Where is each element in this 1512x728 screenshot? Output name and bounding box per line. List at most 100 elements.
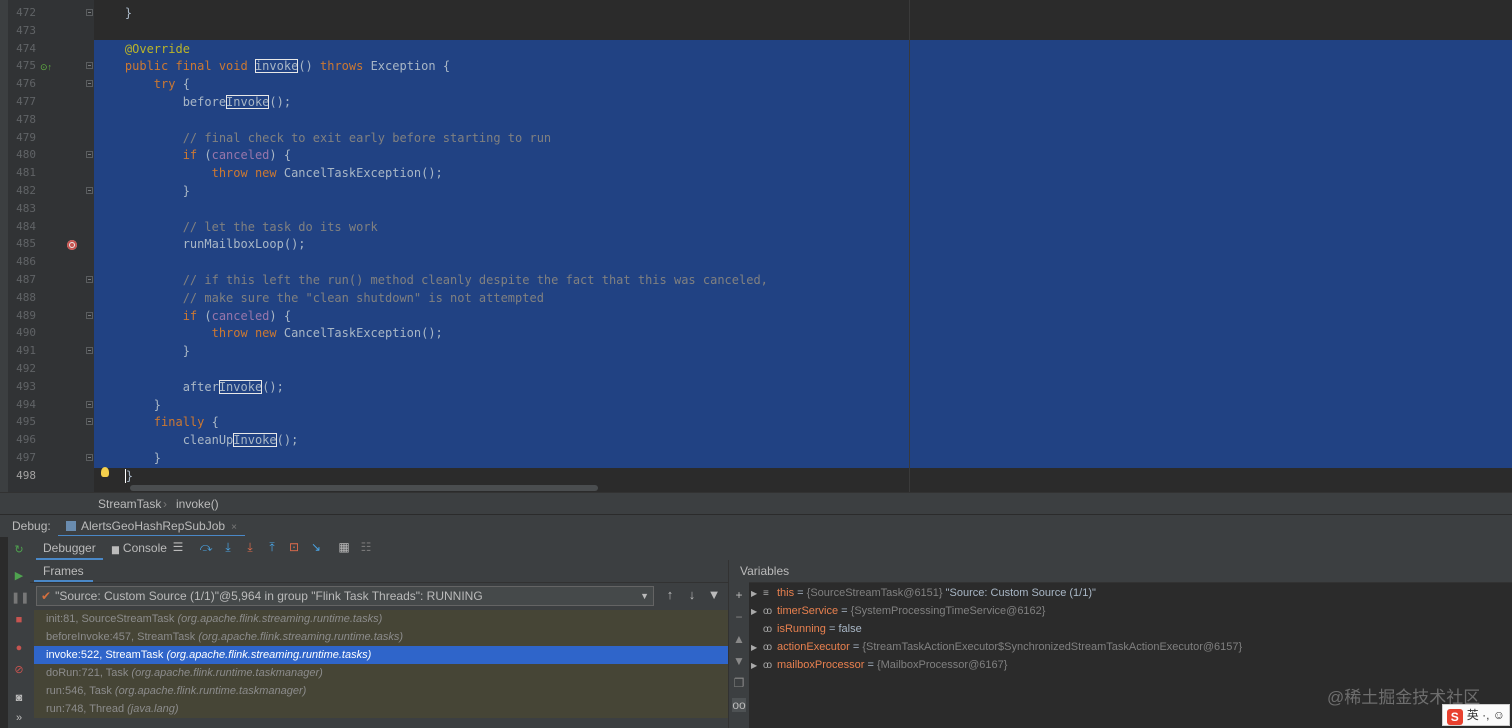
code-line[interactable]: 493 afterInvoke();: [0, 378, 1512, 396]
variable-row[interactable]: ▶ oo actionExecutor = {StreamTaskActionExe…: [751, 638, 1242, 656]
force-step-into-icon[interactable]: ⤓: [242, 539, 258, 555]
fold-marker-icon[interactable]: [86, 187, 93, 194]
code-line[interactable]: 495 finally {: [0, 413, 1512, 431]
fold-marker-icon[interactable]: [86, 347, 93, 355]
variable-row[interactable]: ▶ ≡ this = {SourceStreamTask@6151} "Source…: [751, 584, 1096, 602]
code-line[interactable]: 489 if (canceled) {: [0, 307, 1512, 325]
drop-frame-icon[interactable]: ⊡: [286, 539, 302, 555]
variable-row[interactable]: oo isRunning = false: [751, 620, 862, 638]
stop-icon[interactable]: ■: [11, 612, 27, 628]
more-icon[interactable]: »: [11, 710, 27, 726]
override-icon[interactable]: ⊙↑: [40, 62, 52, 73]
variable-value: =: [794, 587, 807, 599]
variable-row[interactable]: ▶ oo timerService = {SystemProcessingTimeS…: [751, 602, 1045, 620]
breakpoint-icon[interactable]: [67, 240, 77, 250]
rerun-icon[interactable]: ↻: [11, 542, 27, 558]
code-line[interactable]: 482 }: [0, 182, 1512, 200]
variable-type: {SystemProcessingTimeService@6162}: [850, 605, 1046, 617]
mute-breakpoints-icon[interactable]: ⊘: [11, 662, 27, 678]
code-line[interactable]: 479 // final check to exit early before …: [0, 129, 1512, 147]
code-line[interactable]: 498 }: [0, 467, 1512, 485]
pause-icon[interactable]: ❚❚: [11, 590, 29, 606]
step-into-icon[interactable]: ⤓: [220, 539, 236, 555]
code-line[interactable]: 480 if (canceled) {: [0, 146, 1512, 164]
step-out-icon[interactable]: ⤒: [264, 539, 280, 555]
frames-title[interactable]: Frames: [34, 560, 93, 582]
frame-item[interactable]: init:81, SourceStreamTask (org.apache.fl…: [34, 610, 728, 628]
code-token: ();: [269, 95, 292, 109]
view-breakpoints-icon[interactable]: ●: [11, 640, 27, 656]
code-line[interactable]: 481 throw new CancelTaskException();: [0, 164, 1512, 182]
resume-icon[interactable]: ▶: [11, 568, 27, 584]
expand-arrow-icon[interactable]: ▶: [751, 657, 763, 675]
expand-arrow-icon[interactable]: ▶: [751, 585, 763, 603]
evaluate-icon[interactable]: ▦: [336, 539, 352, 555]
code-line[interactable]: 476 try {: [0, 75, 1512, 93]
code-line[interactable]: 488 // make sure the "clean shutdown" is…: [0, 289, 1512, 307]
frame-item[interactable]: run:546, Task (org.apache.flink.runtime.…: [34, 682, 728, 700]
code-line[interactable]: 496 cleanUpInvoke();: [0, 431, 1512, 449]
run-to-cursor-icon[interactable]: ↘: [308, 539, 324, 555]
frame-item[interactable]: beforeInvoke:457, StreamTask (org.apache…: [34, 628, 728, 646]
frame-item[interactable]: invoke:522, StreamTask (org.apache.flink…: [34, 646, 728, 664]
fold-marker-icon[interactable]: [86, 311, 93, 319]
line-number: 490: [16, 326, 36, 340]
code-line[interactable]: 485 runMailboxLoop();: [0, 235, 1512, 253]
fold-marker-icon[interactable]: [86, 276, 93, 283]
lightbulb-icon[interactable]: [101, 467, 109, 477]
fold-marker-icon[interactable]: [86, 151, 93, 159]
frame-item[interactable]: run:748, Thread (java.lang): [34, 700, 728, 718]
fold-marker-icon[interactable]: [86, 80, 93, 88]
down-arrow-icon[interactable]: ↓: [684, 586, 700, 604]
add-watch-icon[interactable]: +: [732, 588, 746, 602]
close-icon[interactable]: ×: [231, 522, 237, 533]
frames-list-icon[interactable]: ☰: [170, 539, 186, 555]
code-line[interactable]: 490 throw new CancelTaskException();: [0, 324, 1512, 342]
code-editor[interactable]: 472 } 473 474 @Override 475 public final vo…: [0, 0, 1512, 492]
thread-selector[interactable]: ✔ "Source: Custom Source (1/1)"@5,964 in …: [36, 586, 654, 606]
camera-icon[interactable]: ◙: [11, 690, 27, 706]
code-line[interactable]: 487 // if this left the run() method cle…: [0, 271, 1512, 289]
horizontal-scrollbar[interactable]: [130, 485, 598, 491]
move-up-icon[interactable]: ▲: [732, 632, 746, 646]
filter-icon[interactable]: ▼: [706, 586, 722, 604]
step-over-icon[interactable]: ⤼: [198, 539, 214, 555]
line-number: 498: [16, 468, 36, 482]
fold-marker-icon[interactable]: [86, 454, 93, 461]
expand-arrow-icon[interactable]: ▶: [751, 603, 763, 621]
code-line[interactable]: 477 beforeInvoke();: [0, 93, 1512, 111]
code-line[interactable]: 494 }: [0, 396, 1512, 414]
copy-icon[interactable]: ❐: [732, 676, 746, 690]
frame-item[interactable]: doRun:721, Task (org.apache.flink.runtim…: [34, 664, 728, 682]
up-arrow-icon[interactable]: ↑: [662, 586, 678, 604]
variable-row[interactable]: ▶ oo mailboxProcessor = {MailboxProcessor@…: [751, 656, 1007, 674]
move-down-icon[interactable]: ▼: [732, 654, 746, 668]
expand-arrow-icon[interactable]: ▶: [751, 639, 763, 657]
code-line[interactable]: 478: [0, 111, 1512, 129]
breadcrumb-method[interactable]: invoke(): [176, 493, 219, 515]
code-line[interactable]: 484 // let the task do its work: [0, 218, 1512, 236]
tab-console[interactable]: ▆ Console: [108, 536, 171, 560]
code-line[interactable]: 474 @Override: [0, 40, 1512, 58]
fold-marker-icon[interactable]: [86, 400, 93, 408]
code-line[interactable]: 475 public final void invoke() throws Ex…: [0, 57, 1512, 75]
code-line[interactable]: 473: [0, 22, 1512, 40]
trace-icon[interactable]: ☷: [358, 539, 374, 555]
debug-session-tab[interactable]: AlertsGeoHashRepSubJob ×: [58, 515, 245, 537]
remove-watch-icon[interactable]: −: [732, 610, 746, 624]
breadcrumb-class[interactable]: StreamTask: [98, 493, 161, 515]
fold-marker-icon[interactable]: [86, 62, 93, 70]
code-line[interactable]: 492: [0, 360, 1512, 378]
watches-icon[interactable]: oo: [732, 698, 746, 712]
fold-marker-icon[interactable]: [86, 418, 93, 426]
code-line[interactable]: 483: [0, 200, 1512, 218]
ime-indicator[interactable]: S英 ·, ☺: [1441, 704, 1510, 726]
tab-debugger[interactable]: Debugger: [36, 536, 103, 560]
frame-list: init:81, SourceStreamTask (org.apache.fl…: [34, 610, 728, 718]
code-line[interactable]: 497 }: [0, 449, 1512, 467]
code-line[interactable]: 491 }: [0, 342, 1512, 360]
code-line[interactable]: 486: [0, 253, 1512, 271]
fold-marker-icon[interactable]: [86, 9, 93, 16]
code-line[interactable]: 472 }: [0, 4, 1512, 22]
